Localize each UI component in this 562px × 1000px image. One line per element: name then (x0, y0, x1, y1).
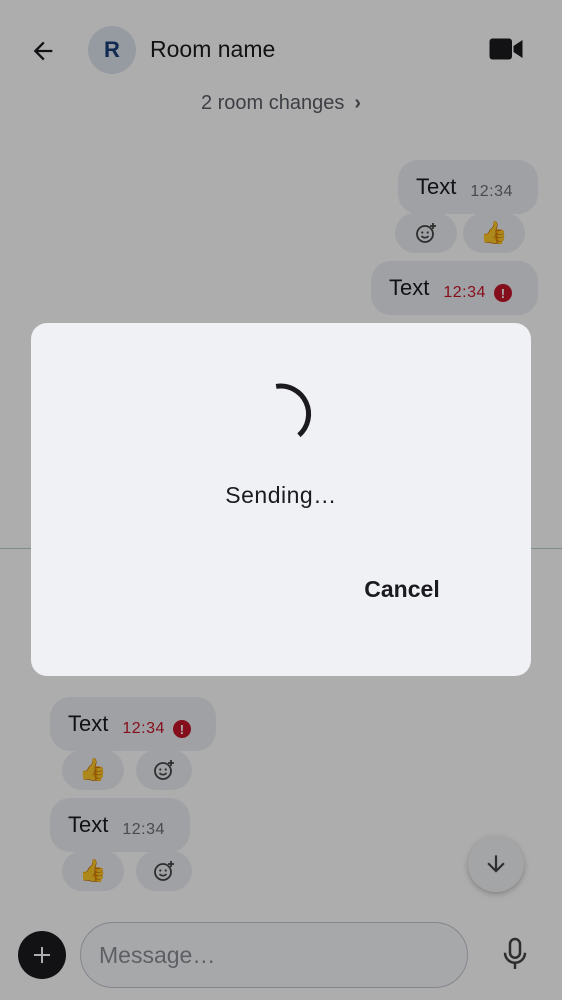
sending-message: Sending… (225, 482, 337, 508)
progress-spinner (275, 383, 312, 438)
cancel-button[interactable]: Cancel (346, 566, 458, 612)
